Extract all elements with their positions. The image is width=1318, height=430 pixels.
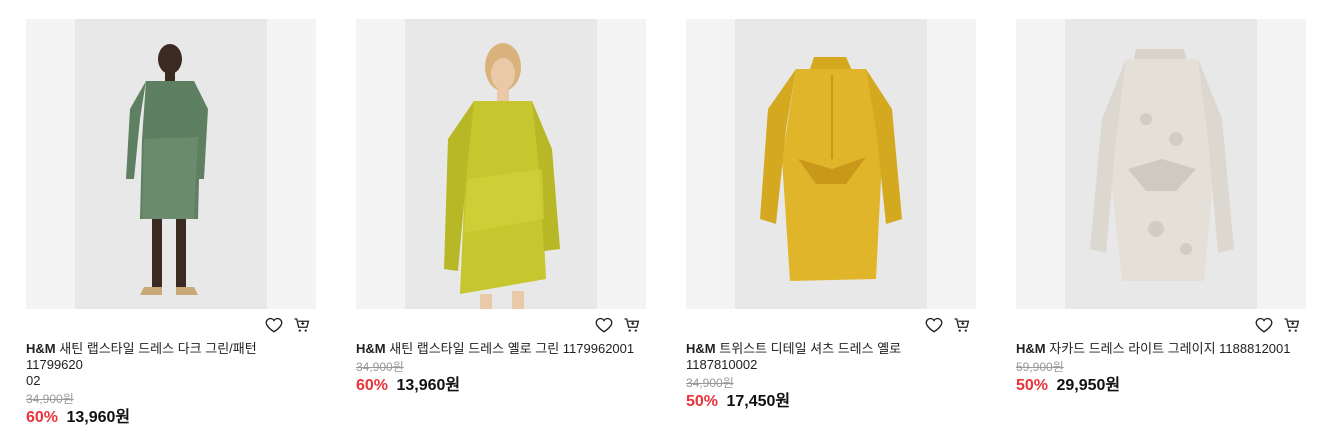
product-image[interactable] bbox=[686, 19, 976, 309]
product-card[interactable]: H&M 새틴 랩스타일 드레스 옐로 그린 1179962001 34,900원… bbox=[356, 19, 646, 395]
price-row: 60% 13,960원 bbox=[356, 377, 646, 395]
price-row: 50% 17,450원 bbox=[686, 393, 976, 411]
card-actions bbox=[1016, 309, 1306, 341]
heart-icon[interactable] bbox=[594, 315, 614, 335]
sale-price: 29,950원 bbox=[1056, 377, 1121, 394]
product-grid: H&M 새틴 랩스타일 드레스 다크 그린/패턴 11799620 02 34,… bbox=[0, 0, 1318, 430]
product-card[interactable]: H&M 트위스트 디테일 셔츠 드레스 옐로 1187810002 34,900… bbox=[686, 19, 976, 411]
price-row: 60% 13,960원 bbox=[26, 409, 316, 427]
product-title[interactable]: H&M 자카드 드레스 라이트 그레이지 1188812001 bbox=[1016, 341, 1306, 357]
product-title[interactable]: H&M 새틴 랩스타일 드레스 다크 그린/패턴 11799620 02 bbox=[26, 341, 316, 389]
cart-icon[interactable] bbox=[952, 315, 972, 335]
sale-price: 13,960원 bbox=[66, 409, 131, 426]
discount-rate: 50% bbox=[1016, 377, 1049, 394]
product-name: 새틴 랩스타일 드레스 옐로 그린 1179962001 bbox=[389, 341, 635, 356]
original-price: 34,900원 bbox=[356, 360, 404, 374]
cart-icon[interactable] bbox=[1282, 315, 1302, 335]
cart-icon[interactable] bbox=[292, 315, 312, 335]
product-image[interactable] bbox=[356, 19, 646, 309]
heart-icon[interactable] bbox=[924, 315, 944, 335]
product-image[interactable] bbox=[1016, 19, 1306, 309]
price-row: 50% 29,950원 bbox=[1016, 377, 1306, 395]
discount-rate: 60% bbox=[356, 377, 389, 394]
product-card[interactable]: H&M 자카드 드레스 라이트 그레이지 1188812001 59,900원 … bbox=[1016, 19, 1306, 395]
card-actions bbox=[356, 309, 646, 341]
original-price: 34,900원 bbox=[686, 376, 734, 390]
product-image[interactable] bbox=[26, 19, 316, 309]
product-brand: H&M bbox=[686, 341, 716, 356]
cart-icon[interactable] bbox=[622, 315, 642, 335]
product-title[interactable]: H&M 트위스트 디테일 셔츠 드레스 옐로 1187810002 bbox=[686, 341, 976, 373]
sale-price: 17,450원 bbox=[726, 393, 791, 410]
discount-rate: 50% bbox=[686, 393, 719, 410]
discount-rate: 60% bbox=[26, 409, 59, 426]
product-name: 새틴 랩스타일 드레스 다크 그린/패턴 11799620 bbox=[26, 341, 257, 372]
card-actions bbox=[26, 309, 316, 341]
original-price: 59,900원 bbox=[1016, 360, 1064, 374]
original-price: 34,900원 bbox=[26, 392, 74, 406]
product-brand: H&M bbox=[26, 341, 56, 356]
product-name: 트위스트 디테일 셔츠 드레스 옐로 1187810002 bbox=[686, 341, 902, 372]
product-brand: H&M bbox=[356, 341, 386, 356]
product-brand: H&M bbox=[1016, 341, 1046, 356]
card-actions bbox=[686, 309, 976, 341]
product-name-continued: 02 bbox=[26, 373, 41, 388]
sale-price: 13,960원 bbox=[396, 377, 461, 394]
product-card[interactable]: H&M 새틴 랩스타일 드레스 다크 그린/패턴 11799620 02 34,… bbox=[26, 19, 316, 427]
heart-icon[interactable] bbox=[1254, 315, 1274, 335]
product-name: 자카드 드레스 라이트 그레이지 1188812001 bbox=[1049, 341, 1291, 356]
heart-icon[interactable] bbox=[264, 315, 284, 335]
product-title[interactable]: H&M 새틴 랩스타일 드레스 옐로 그린 1179962001 bbox=[356, 341, 646, 357]
